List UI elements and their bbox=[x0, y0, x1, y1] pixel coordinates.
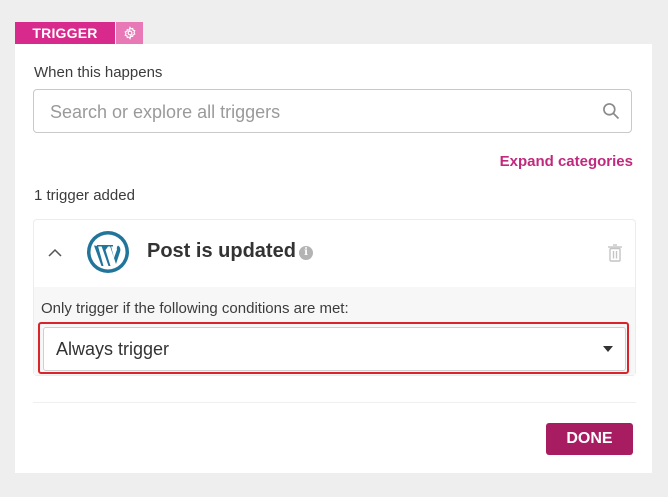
trigger-title: Post is updated bbox=[147, 240, 296, 262]
trigger-conditions: Only trigger if the following conditions… bbox=[34, 287, 635, 375]
expand-categories-link[interactable]: Expand categories bbox=[500, 153, 633, 170]
condition-select-value: Always trigger bbox=[56, 339, 170, 359]
condition-select[interactable]: Always trigger bbox=[43, 327, 626, 371]
search-field[interactable] bbox=[33, 89, 632, 134]
trigger-tab[interactable]: TRIGGER bbox=[15, 22, 115, 44]
triggers-added-count: 1 trigger added bbox=[34, 187, 135, 204]
trigger-settings-button[interactable] bbox=[116, 22, 143, 44]
trigger-item: Post is updated i Only trigger if the fo… bbox=[33, 219, 636, 376]
tab-row: TRIGGER bbox=[15, 22, 143, 44]
divider bbox=[33, 402, 636, 403]
when-label: When this happens bbox=[34, 64, 163, 81]
done-button[interactable]: DONE bbox=[546, 423, 633, 455]
info-icon[interactable]: i bbox=[299, 246, 313, 260]
trigger-item-header[interactable]: Post is updated i bbox=[34, 220, 635, 286]
wordpress-logo bbox=[87, 231, 129, 273]
chevron-up-icon[interactable] bbox=[46, 244, 64, 262]
condition-select-highlight: Always trigger bbox=[38, 322, 629, 374]
gear-icon bbox=[123, 26, 136, 40]
trash-icon[interactable] bbox=[607, 244, 623, 262]
caret-down-icon bbox=[603, 346, 613, 352]
trigger-card: When this happens Expand categories 1 tr… bbox=[15, 44, 652, 473]
search-icon[interactable] bbox=[601, 101, 621, 121]
search-input[interactable] bbox=[48, 90, 592, 134]
conditions-label: Only trigger if the following conditions… bbox=[41, 300, 349, 317]
